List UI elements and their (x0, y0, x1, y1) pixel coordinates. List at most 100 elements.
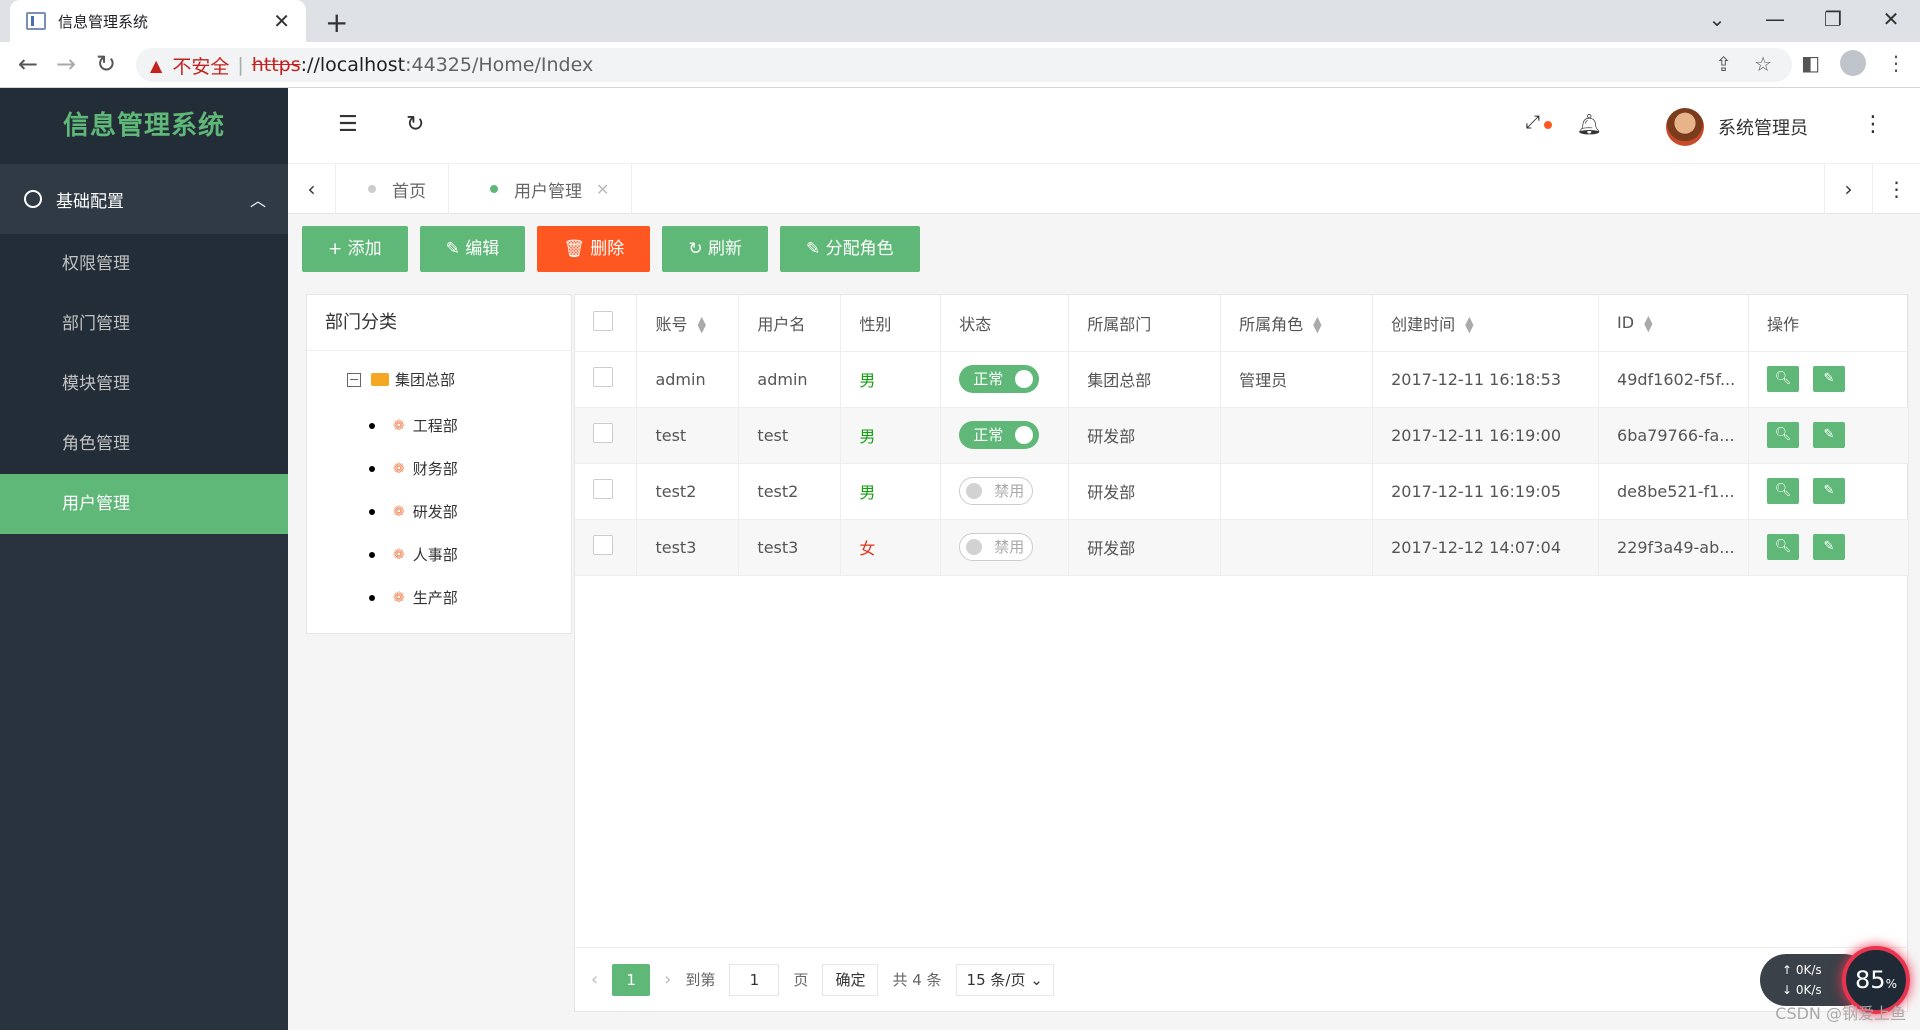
tab-dot (368, 185, 376, 193)
prev-page-icon[interactable]: ‹ (591, 969, 598, 990)
share-icon[interactable]: ⇪ (1715, 52, 1732, 76)
profile-icon[interactable] (1840, 50, 1866, 76)
url-bar[interactable]: ▲ 不安全 | https ://localhost :44325/Home/I… (136, 48, 1792, 82)
column-header[interactable]: 创建时间 ▲ ▼ (1372, 295, 1600, 352)
table-row[interactable]: test3 test3 女 禁用 研发部 2017-12-12 14:07:04… (575, 519, 1910, 576)
edit-row-button[interactable]: ✎ (1812, 422, 1845, 448)
row-checkbox[interactable] (593, 423, 613, 443)
sidebar-item-departments[interactable]: 部门管理 (0, 294, 288, 354)
row-checkbox[interactable] (593, 367, 613, 387)
view-button[interactable]: 🔍︎ (1766, 478, 1799, 504)
leaf-icon: ❁ (393, 546, 405, 563)
table-row[interactable]: test2 test2 男 禁用 研发部 2017-12-11 16:19:05… (575, 463, 1910, 520)
chevron-up-icon: ︿ (249, 191, 266, 210)
add-button[interactable]: + 添加 (302, 226, 408, 272)
sidebar-group-basic-config[interactable]: 基础配置 ︿ (0, 164, 288, 234)
leaf-icon: ❁ (393, 417, 405, 434)
close-icon[interactable]: ✕ (273, 9, 290, 33)
sort-icon[interactable]: ▲ ▼ (1313, 315, 1321, 334)
goto-page-input[interactable]: 1 (729, 963, 780, 996)
column-header[interactable]: 所属角色 ▲ ▼ (1220, 295, 1374, 352)
edit-row-button[interactable]: ✎ (1812, 478, 1845, 504)
sidebar-item-users[interactable]: 用户管理 (0, 474, 288, 534)
refresh-button[interactable]: ↻ 刷新 (662, 226, 768, 272)
app-header: ☰ ↻ ⤢ 🔔︎ 系统管理员 ⋮ (288, 88, 1920, 164)
tree-node[interactable]: ❁ 生产部 (369, 587, 458, 608)
tabs-scroll-right-icon[interactable]: › (1824, 164, 1872, 214)
row-checkbox[interactable] (593, 535, 613, 555)
collapse-icon[interactable] (347, 372, 361, 387)
status-toggle[interactable]: 正常 (959, 421, 1040, 449)
edit-button[interactable]: ✎ 编辑 (419, 226, 526, 272)
table-row[interactable]: admin admin 男 正常 集团总部 管理员 2017-12-11 16:… (575, 351, 1910, 408)
new-tab-icon[interactable]: + (325, 6, 348, 39)
tab-user-management[interactable]: 用户管理 ✕ (458, 164, 633, 214)
cell-department: 集团总部 (1068, 351, 1222, 408)
goto-confirm-button[interactable]: 确定 (822, 963, 879, 996)
main-content: + 添加 ✎ 编辑 🗑 删除 ↻ 刷新 ✎ 分配角色 部门分类 集团总部 ❁ 工… (288, 214, 1920, 1030)
user-table: 账号 ▲ ▼ 用户名 性别 状态 所属部门 所属角色 ▲ ▼ 创建时间 ▲ ▼ ID ▲ ▼ 操… (574, 294, 1910, 1012)
tree-node[interactable]: ❁ 财务部 (369, 458, 458, 479)
table-row[interactable]: test test 男 正常 研发部 2017-12-11 16:19:00 6… (575, 407, 1910, 464)
sort-icon[interactable]: ▲ ▼ (697, 315, 705, 334)
more-vertical-icon[interactable]: ⋮ (1862, 112, 1884, 137)
edit-row-button[interactable]: ✎ (1812, 534, 1845, 560)
row-checkbox[interactable] (593, 479, 613, 499)
bookmark-star-icon[interactable]: ☆ (1754, 52, 1772, 76)
side-panel-icon[interactable]: ◧ (1801, 51, 1820, 75)
tree-node[interactable]: ❁ 研发部 (369, 501, 458, 522)
cell-gender: 男 (840, 463, 942, 520)
browser-tab[interactable]: 信息管理系统 ✕ (10, 0, 306, 42)
status-toggle[interactable]: 禁用 (959, 477, 1034, 505)
tree-node-root[interactable]: 集团总部 (347, 369, 455, 390)
tree-node[interactable]: ❁ 人事部 (369, 544, 458, 565)
download-speed: 0K/s (1795, 983, 1822, 997)
dashboard-icon (24, 190, 42, 208)
page-size-select[interactable]: 15 条/页 ⌄ (955, 963, 1054, 996)
tree-node[interactable]: ❁ 工程部 (369, 415, 458, 436)
delete-button[interactable]: 🗑 删除 (537, 226, 651, 272)
view-button[interactable]: 🔍︎ (1766, 422, 1799, 448)
tree-node-label: 人事部 (412, 546, 458, 564)
tabs-more-icon[interactable]: ⋮ (1872, 164, 1920, 214)
view-button[interactable]: 🔍︎ (1766, 366, 1799, 392)
minimize-icon[interactable]: — (1746, 0, 1804, 42)
total-count: 共 4 条 (892, 971, 942, 989)
assign-role-button[interactable]: ✎ 分配角色 (779, 226, 920, 272)
current-page[interactable]: 1 (612, 963, 651, 996)
tree-node-label: 生产部 (412, 589, 458, 607)
bell-icon[interactable]: 🔔︎ (1577, 112, 1602, 136)
cell-account: test3 (636, 519, 740, 576)
tab-close-icon[interactable]: ✕ (596, 180, 609, 199)
select-all-checkbox[interactable] (593, 310, 613, 331)
window-close-icon[interactable]: ✕ (1862, 0, 1920, 42)
view-button[interactable]: 🔍︎ (1766, 534, 1799, 560)
goto-label: 到第 (685, 971, 716, 989)
menu-collapse-icon[interactable]: ☰ (338, 112, 358, 137)
forward-icon[interactable]: → (56, 50, 76, 78)
upload-speed: 0K/s (1795, 963, 1822, 977)
tab-search-icon[interactable]: ⌄ (1688, 0, 1746, 42)
user-menu[interactable]: 系统管理员 (1666, 108, 1808, 146)
maximize-icon[interactable]: ❐ (1804, 0, 1862, 42)
sidebar-item-roles[interactable]: 角色管理 (0, 414, 288, 474)
back-icon[interactable]: ← (18, 50, 38, 78)
sort-icon[interactable]: ▲ ▼ (1465, 315, 1473, 334)
column-header[interactable]: 账号 ▲ ▼ (636, 295, 740, 352)
reload-icon[interactable]: ↻ (96, 50, 116, 78)
browser-menu-icon[interactable]: ⋮ (1886, 51, 1906, 75)
tree-node-label: 集团总部 (395, 371, 456, 389)
sort-icon[interactable]: ▲ ▼ (1644, 314, 1652, 333)
status-toggle[interactable]: 禁用 (959, 533, 1034, 561)
tabs-scroll-left-icon[interactable]: ‹ (288, 164, 336, 214)
next-page-icon[interactable]: › (664, 969, 671, 990)
bullet-icon (369, 508, 375, 515)
fullscreen-icon[interactable]: ⤢ (1526, 112, 1540, 133)
status-toggle[interactable]: 正常 (959, 365, 1040, 393)
refresh-icon[interactable]: ↻ (406, 112, 424, 137)
tab-home[interactable]: 首页 (336, 164, 449, 214)
sidebar-item-modules[interactable]: 模块管理 (0, 354, 288, 414)
column-header[interactable]: ID ▲ ▼ (1598, 295, 1749, 352)
sidebar-item-permissions[interactable]: 权限管理 (0, 234, 288, 294)
edit-row-button[interactable]: ✎ (1812, 366, 1845, 392)
